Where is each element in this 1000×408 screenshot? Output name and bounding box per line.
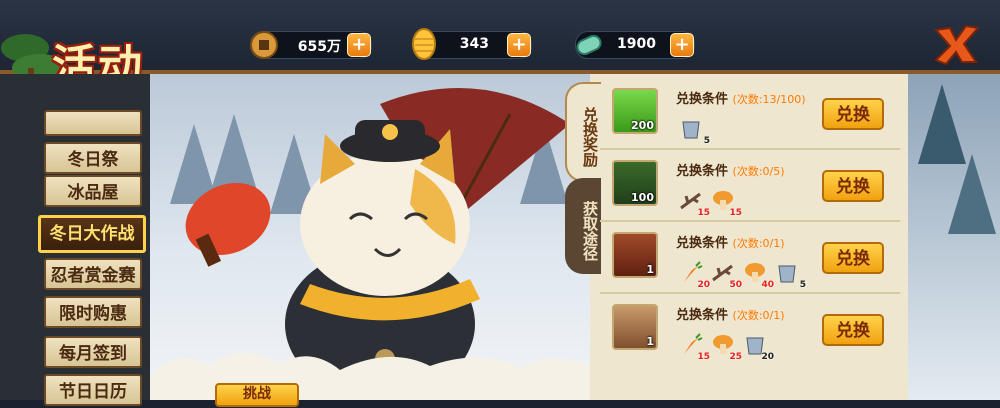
copper-coin-icon: [250, 31, 278, 59]
reward-count: 1: [646, 263, 654, 276]
exchange-condition: 兑换条件 (次数:0/5): [676, 160, 785, 179]
scroll-ticket-icon[interactable]: 1: [612, 232, 658, 278]
add-copper-button[interactable]: +: [347, 33, 371, 57]
gold-ingot-value: 343: [459, 36, 489, 52]
branch-icon: 50: [710, 260, 742, 290]
material-count: 50: [729, 280, 742, 290]
carrot-icon: 20: [678, 260, 710, 290]
sidebar-item-2[interactable]: 冬日大作战: [38, 215, 146, 253]
exchange-button[interactable]: 兑换: [822, 98, 884, 130]
ice-bucket-icon: 5: [678, 116, 710, 146]
mushroom-icon: 25: [710, 332, 742, 362]
material-count: 20: [697, 280, 710, 290]
add-jade-button[interactable]: +: [670, 33, 694, 57]
green-potion-icon[interactable]: 100: [612, 160, 658, 206]
material-count: 15: [697, 352, 710, 362]
exchange-times: (次数:13/100): [732, 93, 806, 106]
snow-background: [908, 74, 1000, 400]
exchange-condition: 兑换条件 (次数:0/1): [676, 304, 785, 323]
copper-coin-counter: 655万 +: [250, 31, 372, 59]
condition-label: 兑换条件: [676, 308, 729, 323]
condition-label: 兑换条件: [676, 92, 729, 107]
jade-counter: 1900 +: [575, 31, 695, 59]
ninja-portrait-icon[interactable]: 1: [612, 304, 658, 350]
material-count: 15: [697, 208, 710, 218]
sidebar-item-1[interactable]: 冰品屋: [44, 175, 142, 207]
exchange-times: (次数:0/5): [732, 165, 785, 178]
sidebar-item-3[interactable]: 忍者赏金赛: [44, 258, 142, 290]
exchange-row: 1 兑换条件 (次数:0/1) 20 50 40 5 兑换: [600, 222, 900, 292]
exchange-row: 1 兑换条件 (次数:0/1) 15 25 20 兑换: [600, 294, 900, 364]
exchange-condition: 兑换条件 (次数:0/1): [676, 232, 785, 251]
reward-count: 200: [631, 119, 654, 132]
condition-label: 兑换条件: [676, 236, 729, 251]
material-count: 20: [761, 352, 774, 362]
add-gold-button[interactable]: +: [507, 33, 531, 57]
mushroom-icon: 15: [710, 188, 742, 218]
sidebar-item-4[interactable]: 限时购惠: [44, 296, 142, 328]
jade-value: 1900: [617, 36, 656, 52]
copper-coin-value: 655万: [297, 39, 341, 55]
mushroom-icon: 40: [742, 260, 774, 290]
material-count: 25: [729, 352, 742, 362]
reward-count: 1: [646, 335, 654, 348]
sidebar-item-6[interactable]: 节日日历: [44, 374, 142, 406]
sidebar-item-partial[interactable]: [44, 110, 142, 136]
material-count: 5: [799, 280, 806, 290]
exchange-button[interactable]: 兑换: [822, 314, 884, 346]
sidebar-item-0[interactable]: 冬日祭: [44, 142, 142, 174]
snowy-tree-icon: [948, 154, 996, 234]
condition-label: 兑换条件: [676, 164, 729, 179]
exchange-button[interactable]: 兑换: [822, 242, 884, 274]
panel-tabs: 兑换奖励 获取途径: [565, 74, 603, 304]
ice-bucket-icon: 5: [774, 260, 806, 290]
branch-icon: 15: [678, 188, 710, 218]
tab-acquisition[interactable]: 获取途径: [565, 178, 601, 274]
material-count: 40: [761, 280, 774, 290]
ice-bucket-icon: 20: [742, 332, 774, 362]
exchange-button[interactable]: 兑换: [822, 170, 884, 202]
sidebar-item-5[interactable]: 每月签到: [44, 336, 142, 368]
gold-ingot-counter: 343 +: [412, 28, 532, 60]
event-banner: [150, 74, 590, 400]
material-count: 15: [729, 208, 742, 218]
exchange-row: 100 兑换条件 (次数:0/5) 15 15 兑换: [600, 150, 900, 220]
snowy-tree-icon: [918, 84, 966, 164]
carrot-icon: 15: [678, 332, 710, 362]
close-icon[interactable]: [930, 22, 982, 68]
exchange-condition: 兑换条件 (次数:13/100): [676, 88, 806, 107]
reward-count: 100: [631, 191, 654, 204]
challenge-button[interactable]: 挑战: [215, 383, 299, 407]
tab-exchange-rewards[interactable]: 兑换奖励: [565, 82, 601, 182]
exchange-row: 200 兑换条件 (次数:13/100) 5 兑换: [600, 78, 900, 148]
material-count: 5: [703, 136, 710, 146]
exchange-times: (次数:0/1): [732, 309, 785, 322]
paw-token-icon[interactable]: 200: [612, 88, 658, 134]
exchange-times: (次数:0/1): [732, 237, 785, 250]
